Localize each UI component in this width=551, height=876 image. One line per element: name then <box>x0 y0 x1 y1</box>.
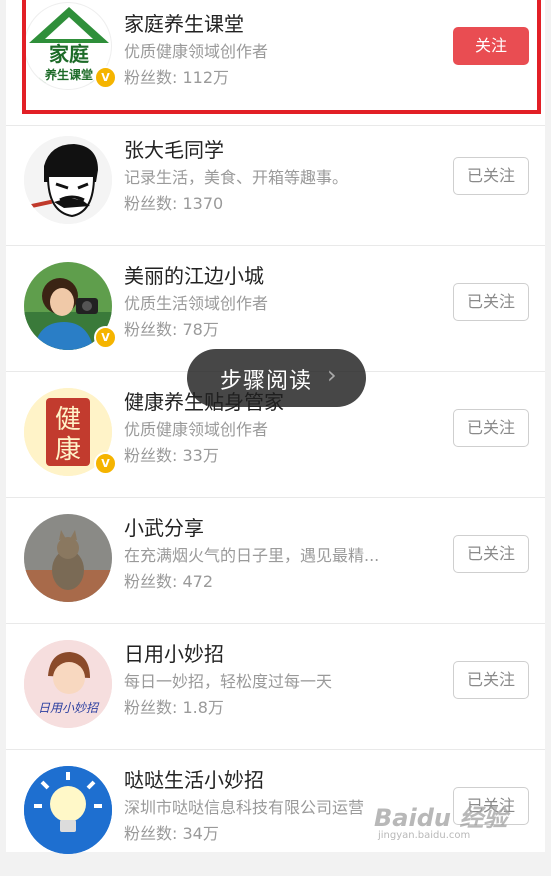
cartoon-girl-icon: 日用小妙招 <box>24 640 112 728</box>
followed-button[interactable]: 已关注 <box>453 661 529 699</box>
seal-text-top: 健 <box>55 405 81 435</box>
watermark-brand: Baidu 经验 <box>374 804 508 832</box>
avatar[interactable] <box>24 766 112 854</box>
followed-button[interactable]: 已关注 <box>453 535 529 573</box>
chevron-right-icon: › <box>327 361 337 389</box>
user-desc: 优质健康领域创作者 <box>124 420 269 439</box>
watermark-url: jingyan.baidu.com <box>378 830 471 841</box>
user-name[interactable]: 张大毛同学 <box>124 134 224 163</box>
seal-text-bottom: 康 <box>55 435 81 465</box>
list-item[interactable]: 张大毛同学 记录生活，美食、开箱等趣事。 粉丝数: 1370 已关注 <box>6 120 545 246</box>
step-reading-label: 步骤阅读 <box>220 369 313 394</box>
followed-button[interactable]: 已关注 <box>453 409 529 447</box>
verified-badge-icon: V <box>94 452 117 475</box>
fan-count: 粉丝数: 1370 <box>124 194 224 213</box>
avatar[interactable] <box>24 514 112 602</box>
user-desc: 记录生活，美食、开箱等趣事。 <box>124 168 349 187</box>
cat-photo-icon <box>24 514 112 602</box>
fan-count: 粉丝数: 472 <box>124 572 214 591</box>
user-name[interactable]: 哒哒生活小妙招 <box>124 764 264 793</box>
lightbulb-icon <box>24 766 112 854</box>
user-desc: 深圳市哒哒信息科技有限公司运营 <box>124 798 365 817</box>
avatar[interactable] <box>24 136 112 224</box>
baidu-watermark: Baidu 经验 jingyan.baidu.com <box>374 790 524 846</box>
highlight-frame <box>22 0 541 114</box>
fan-count: 粉丝数: 78万 <box>124 320 219 339</box>
fan-count: 粉丝数: 34万 <box>124 824 219 843</box>
followed-button[interactable]: 已关注 <box>453 283 529 321</box>
list-item[interactable]: 日用小妙招 日用小妙招 每日一妙招，轻松度过每一天 粉丝数: 1.8万 已关注 <box>6 624 545 750</box>
fan-count: 粉丝数: 33万 <box>124 446 219 465</box>
user-desc: 每日一妙招，轻松度过每一天 <box>124 672 333 691</box>
avatar-caption: 日用小妙招 <box>38 701 100 715</box>
step-reading-button[interactable]: 步骤阅读 › <box>187 349 366 407</box>
user-name[interactable]: 美丽的江边小城 <box>124 260 264 289</box>
user-name[interactable]: 日用小妙招 <box>124 638 224 667</box>
user-desc: 优质生活领域创作者 <box>124 294 269 313</box>
list-item[interactable]: 小武分享 在充满烟火气的日子里，遇见最精... 粉丝数: 472 已关注 <box>6 498 545 624</box>
user-desc: 在充满烟火气的日子里，遇见最精... <box>124 546 380 565</box>
following-list: 家庭 养生课堂 V 家庭养生课堂 优质健康领域创作者 粉丝数: 112万 关注 … <box>6 0 545 854</box>
fan-count: 粉丝数: 1.8万 <box>124 698 224 717</box>
user-name[interactable]: 小武分享 <box>124 512 204 541</box>
cartoon-face-icon <box>24 136 112 224</box>
followed-button[interactable]: 已关注 <box>453 157 529 195</box>
verified-badge-icon: V <box>94 326 117 349</box>
avatar[interactable]: 日用小妙招 <box>24 640 112 728</box>
